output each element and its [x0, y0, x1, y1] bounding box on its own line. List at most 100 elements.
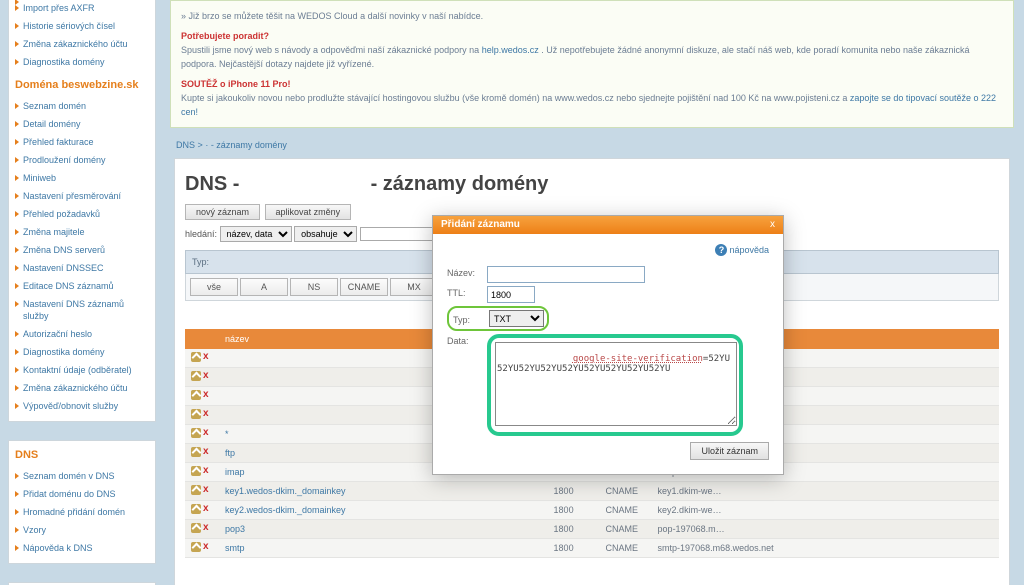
- breadcrumb: DNS > · - záznamy domény: [176, 140, 1008, 150]
- record-ttl: 1800: [548, 539, 600, 558]
- breadcrumb-dns[interactable]: DNS: [176, 140, 195, 150]
- record-name-link[interactable]: imap: [225, 467, 245, 477]
- sidebar-item[interactable]: Nápověda k DNS: [9, 539, 155, 557]
- delete-icon[interactable]: x: [203, 523, 213, 533]
- sidebar-heading-domain: Doména beswebzine.sk: [15, 79, 149, 91]
- sidebar-item[interactable]: Změna majitele: [9, 223, 155, 241]
- page-title: DNS - - záznamy domény: [185, 173, 999, 196]
- sidebar-item[interactable]: Vzory: [9, 521, 155, 539]
- record-data: key2.dkim-we…: [652, 501, 969, 520]
- label-data: Data:: [447, 334, 487, 436]
- table-row: xkey1.wedos-dkim._domainkey1800CNAMEkey1…: [185, 482, 999, 501]
- record-ttl: 1800: [548, 520, 600, 539]
- edit-icon[interactable]: [191, 352, 201, 362]
- delete-icon[interactable]: x: [203, 504, 213, 514]
- type-filter-cname[interactable]: CNAME: [340, 278, 388, 296]
- delete-icon[interactable]: x: [203, 466, 213, 476]
- type-filter-ns[interactable]: NS: [290, 278, 338, 296]
- label-name: Název:: [447, 266, 487, 278]
- delete-icon[interactable]: x: [203, 371, 213, 381]
- record-name-link[interactable]: key2.wedos-dkim._domainkey: [225, 505, 346, 515]
- edit-icon[interactable]: [191, 485, 201, 495]
- sidebar-item[interactable]: Hromadné přidání domén: [9, 503, 155, 521]
- edit-icon[interactable]: [191, 542, 201, 552]
- sidebar-item[interactable]: Editace DNS záznamů: [9, 277, 155, 295]
- sidebar-item[interactable]: Autorizační heslo: [9, 325, 155, 343]
- close-icon[interactable]: x: [770, 216, 775, 234]
- sidebar-block-dns: DNS Seznam domén v DNSPřidat doménu do D…: [8, 440, 156, 564]
- edit-icon[interactable]: [191, 447, 201, 457]
- record-ttl: 1800: [548, 482, 600, 501]
- type-filter-vše[interactable]: vše: [190, 278, 238, 296]
- record-type: CNAME: [600, 520, 652, 539]
- modal-title: Přidání záznamu: [441, 219, 520, 230]
- delete-icon[interactable]: x: [203, 485, 213, 495]
- sidebar-item[interactable]: Změna zákaznického účtu: [9, 35, 155, 53]
- new-record-button[interactable]: nový záznam: [185, 204, 260, 220]
- sidebar-item[interactable]: Prodloužení domény: [9, 151, 155, 169]
- sidebar-item[interactable]: Import přes AXFR: [9, 0, 155, 17]
- help-link[interactable]: help.wedos.cz: [482, 45, 539, 55]
- edit-icon[interactable]: [191, 504, 201, 514]
- record-name-link[interactable]: pop3: [225, 524, 245, 534]
- delete-icon[interactable]: x: [203, 409, 213, 419]
- apply-changes-button[interactable]: aplikovat změny: [265, 204, 352, 220]
- edit-icon[interactable]: [191, 523, 201, 533]
- label-typ: Typ:: [453, 313, 485, 325]
- modal-help-link[interactable]: ?nápověda: [715, 245, 769, 255]
- sidebar: Import přes AXFRHistorie sériových čísel…: [8, 0, 156, 585]
- record-name-link[interactable]: ftp: [225, 448, 235, 458]
- modal-titlebar[interactable]: Přidání záznamu x: [433, 216, 783, 234]
- delete-icon[interactable]: x: [203, 390, 213, 400]
- sidebar-item[interactable]: Přehled požadavků: [9, 205, 155, 223]
- sidebar-item[interactable]: Výpověď/obnovit služby: [9, 397, 155, 415]
- sidebar-item[interactable]: Nastavení DNSSEC: [9, 259, 155, 277]
- sidebar-item[interactable]: Nastavení přesměrování: [9, 187, 155, 205]
- help-icon: ?: [715, 244, 727, 256]
- highlight-type: Typ: AAAAACNAMEMXNSTXTSRV: [447, 306, 549, 331]
- record-data: pop-197068.m…: [652, 520, 969, 539]
- sidebar-item[interactable]: Kontaktní údaje (odběratel): [9, 361, 155, 379]
- table-row: x pop3 1800CNAMEpop-197068.m…: [185, 520, 999, 539]
- type-filter-a[interactable]: A: [240, 278, 288, 296]
- notice-body-help: Spustili jsme nový web s návody a odpově…: [181, 43, 1003, 71]
- sidebar-item[interactable]: Seznam domén v DNS: [9, 467, 155, 485]
- edit-icon[interactable]: [191, 466, 201, 476]
- sidebar-item[interactable]: Diagnostika domény: [9, 343, 155, 361]
- notice-box: » Již brzo se můžete těšit na WEDOS Clou…: [170, 0, 1014, 128]
- sidebar-item[interactable]: Diagnostika domény: [9, 53, 155, 71]
- sidebar-item[interactable]: Nastavení DNS záznamů služby: [9, 295, 155, 325]
- sidebar-item[interactable]: Seznam domén: [9, 97, 155, 115]
- delete-icon[interactable]: x: [203, 352, 213, 362]
- record-name-link[interactable]: key1.wedos-dkim._domainkey: [225, 486, 346, 496]
- record-name-link[interactable]: *: [225, 429, 229, 439]
- sidebar-item[interactable]: Detail domény: [9, 115, 155, 133]
- record-name-link[interactable]: smtp: [225, 543, 245, 553]
- sidebar-item[interactable]: Historie sériových čísel: [9, 17, 155, 35]
- sidebar-item[interactable]: Změna DNS serverů: [9, 241, 155, 259]
- sidebar-item[interactable]: Přehled fakturace: [9, 133, 155, 151]
- edit-icon[interactable]: [191, 371, 201, 381]
- edit-icon[interactable]: [191, 409, 201, 419]
- delete-icon[interactable]: x: [203, 542, 213, 552]
- sidebar-item[interactable]: Miniweb: [9, 169, 155, 187]
- notice-head-help: Potřebujete poradit?: [181, 29, 1003, 43]
- table-row: xkey2.wedos-dkim._domainkey1800CNAMEkey2…: [185, 501, 999, 520]
- search-op-select[interactable]: obsahuje: [294, 226, 357, 242]
- sidebar-heading-dns: DNS: [15, 449, 149, 461]
- record-data-input[interactable]: [495, 342, 737, 426]
- type-label: Typ:: [192, 257, 209, 267]
- record-type-select[interactable]: AAAAACNAMEMXNSTXTSRV: [489, 310, 544, 327]
- sidebar-item[interactable]: Změna zákaznického účtu: [9, 379, 155, 397]
- search-column-select[interactable]: název, data: [220, 226, 292, 242]
- edit-icon[interactable]: [191, 428, 201, 438]
- record-ttl-input[interactable]: [487, 286, 535, 303]
- record-name-input[interactable]: [487, 266, 645, 283]
- sidebar-item[interactable]: Přidat doménu do DNS: [9, 485, 155, 503]
- save-record-button[interactable]: Uložit záznam: [690, 442, 769, 460]
- label-ttl: TTL:: [447, 286, 487, 298]
- delete-icon[interactable]: x: [203, 447, 213, 457]
- edit-icon[interactable]: [191, 390, 201, 400]
- delete-icon[interactable]: x: [203, 428, 213, 438]
- type-filter-mx[interactable]: MX: [390, 278, 438, 296]
